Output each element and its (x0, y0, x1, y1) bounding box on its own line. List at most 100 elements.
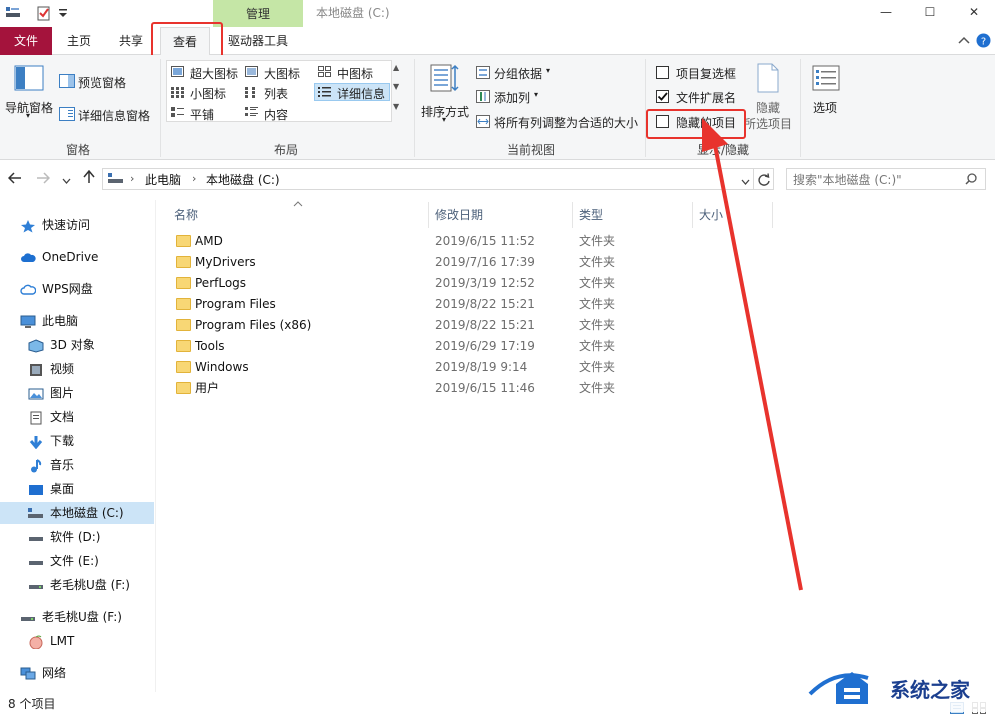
layout-list[interactable]: 列表 (264, 85, 288, 102)
nav-pane-icon (14, 65, 44, 91)
sidebar-item-pc-child[interactable]: 文档 (30, 406, 74, 428)
tab-drive-tools[interactable]: 驱动器工具 (216, 27, 300, 55)
tab-home[interactable]: 主页 (56, 27, 102, 55)
folder-type-icon (28, 506, 44, 520)
network-icon (20, 666, 36, 680)
layout-tiles[interactable]: 平铺 (190, 106, 214, 123)
table-row[interactable]: AMD 2019/6/15 11:52 文件夹 (156, 231, 995, 252)
sidebar-label: 老毛桃U盘 (F:) (42, 610, 122, 624)
details-pane-icon (59, 107, 75, 121)
folder-type-icon (28, 458, 44, 473)
table-row[interactable]: MyDrivers 2019/7/16 17:39 文件夹 (156, 252, 995, 273)
file-name: Program Files (x86) (195, 318, 312, 332)
sidebar-item-usb[interactable]: 老毛桃U盘 (F:) (21, 606, 122, 628)
context-tab-manage[interactable]: 管理 (213, 0, 303, 27)
file-type: 文件夹 (579, 318, 616, 332)
table-row[interactable]: Program Files 2019/8/22 15:21 文件夹 (156, 294, 995, 315)
folder-icon (176, 298, 191, 310)
sidebar-item-pc-child[interactable]: 视频 (30, 358, 74, 380)
breadcrumb-this-pc[interactable]: 此电脑 (145, 171, 181, 188)
add-columns-button[interactable]: 添加列 (494, 89, 530, 106)
sort-icon (430, 63, 460, 93)
layout-scroll-down[interactable]: ▼ (393, 82, 403, 96)
sidebar-item-pc-child[interactable]: 3D 对象 (28, 334, 95, 356)
star-icon (20, 218, 36, 233)
properties-icon[interactable] (37, 5, 51, 21)
separator (645, 59, 646, 157)
layout-small[interactable]: 小图标 (190, 85, 226, 102)
up-arrow-icon[interactable] (83, 169, 95, 184)
layout-scroll-up[interactable]: ▲ (393, 63, 403, 77)
column-header-modified[interactable]: 修改日期 (435, 204, 483, 226)
minimize-button[interactable]: — (868, 0, 904, 27)
layout-content[interactable]: 内容 (264, 106, 288, 123)
nav-pane-dropdown: ▾ (26, 111, 31, 120)
file-date: 2019/3/19 12:52 (435, 276, 535, 290)
table-row[interactable]: Tools 2019/6/29 17:19 文件夹 (156, 336, 995, 357)
layout-details[interactable]: 详细信息 (337, 85, 385, 102)
sidebar-item-pc-child[interactable]: 本地磁盘 (C:) (28, 502, 124, 524)
back-arrow-icon[interactable] (7, 172, 22, 184)
item-checkboxes-checkbox[interactable] (656, 66, 669, 79)
preview-pane-button[interactable]: 预览窗格 (78, 74, 126, 91)
breadcrumb-c-drive[interactable]: 本地磁盘 (C:) (206, 171, 280, 188)
sidebar-item-pc-child[interactable]: 下载 (29, 430, 74, 452)
address-box[interactable] (102, 168, 754, 190)
sidebar-item-quick-access[interactable]: 快速访问 (21, 214, 90, 236)
sidebar-item-wps[interactable]: WPS网盘 (20, 278, 93, 300)
search-icon[interactable] (965, 173, 977, 185)
window-title: 本地磁盘 (C:) (316, 6, 390, 20)
sidebar-item-pc-child[interactable]: 文件 (E:) (29, 550, 99, 572)
tab-file[interactable]: 文件 (0, 27, 52, 55)
sidebar-item-pc-child[interactable]: 软件 (D:) (29, 526, 101, 548)
file-name: Windows (195, 360, 249, 374)
close-button[interactable]: ✕ (956, 0, 992, 27)
table-row[interactable]: 用户 2019/6/15 11:46 文件夹 (156, 378, 995, 399)
folder-type-icon (28, 386, 44, 400)
sidebar-label: LMT (50, 634, 75, 648)
sidebar-item-lmt[interactable]: LMT (29, 630, 75, 652)
layout-large[interactable]: 大图标 (264, 65, 300, 82)
qat-dropdown-icon[interactable] (58, 5, 68, 19)
sidebar-label: 软件 (D:) (50, 530, 101, 544)
sidebar-item-network[interactable]: 网络 (20, 662, 66, 684)
sidebar-item-pc-child[interactable]: 桌面 (29, 478, 74, 500)
file-type: 文件夹 (579, 234, 616, 248)
help-icon[interactable]: ? (976, 33, 991, 48)
maximize-button[interactable]: ☐ (912, 0, 948, 27)
table-row[interactable]: Program Files (x86) 2019/8/22 15:21 文件夹 (156, 315, 995, 336)
group-by-icon (476, 66, 490, 79)
file-type: 文件夹 (579, 255, 616, 269)
group-by-button[interactable]: 分组依据 (494, 65, 542, 82)
medium-icons-icon (318, 66, 331, 77)
collapse-ribbon-icon[interactable] (958, 35, 970, 45)
details-pane-button[interactable]: 详细信息窗格 (78, 107, 150, 124)
sidebar-item-pc-child[interactable]: 图片 (28, 382, 74, 404)
layout-expand[interactable]: ▼ (393, 102, 403, 116)
tab-share[interactable]: 共享 (108, 27, 154, 55)
sort-by-button[interactable]: 排序方式 ▾ (418, 59, 472, 131)
layout-medium[interactable]: 中图标 (337, 65, 373, 82)
file-extensions-checkbox[interactable] (656, 90, 669, 103)
forward-arrow-icon[interactable] (36, 172, 51, 184)
add-columns-dropdown: ▾ (534, 90, 539, 99)
nav-pane-button[interactable]: 导航窗格 ▾ (2, 59, 56, 129)
group-by-dropdown: ▾ (546, 66, 551, 75)
sidebar-item-pc-child[interactable]: 音乐 (31, 454, 74, 476)
size-all-columns-button[interactable]: 将所有列调整为合适的大小 (494, 114, 638, 131)
column-header-name[interactable]: 名称 (174, 204, 198, 226)
folder-type-icon (28, 554, 44, 568)
table-row[interactable]: PerfLogs 2019/3/19 12:52 文件夹 (156, 273, 995, 294)
app-icon (6, 7, 20, 19)
file-extensions-label: 文件扩展名 (676, 91, 737, 105)
sidebar-item-onedrive[interactable]: OneDrive (21, 246, 98, 268)
table-row[interactable]: Windows 2019/8/19 9:14 文件夹 (156, 357, 995, 378)
sidebar-item-pc-child[interactable]: 老毛桃U盘 (F:) (29, 574, 130, 596)
breadcrumb-sep: › (192, 172, 197, 185)
layout-extra-large[interactable]: 超大图标 (190, 65, 238, 82)
column-header-type[interactable]: 类型 (579, 204, 603, 226)
options-button[interactable]: 选项 (806, 59, 848, 125)
file-name: Program Files (195, 297, 276, 311)
sidebar-item-this-pc[interactable]: 此电脑 (20, 310, 78, 332)
recent-dropdown-icon[interactable] (62, 174, 71, 184)
